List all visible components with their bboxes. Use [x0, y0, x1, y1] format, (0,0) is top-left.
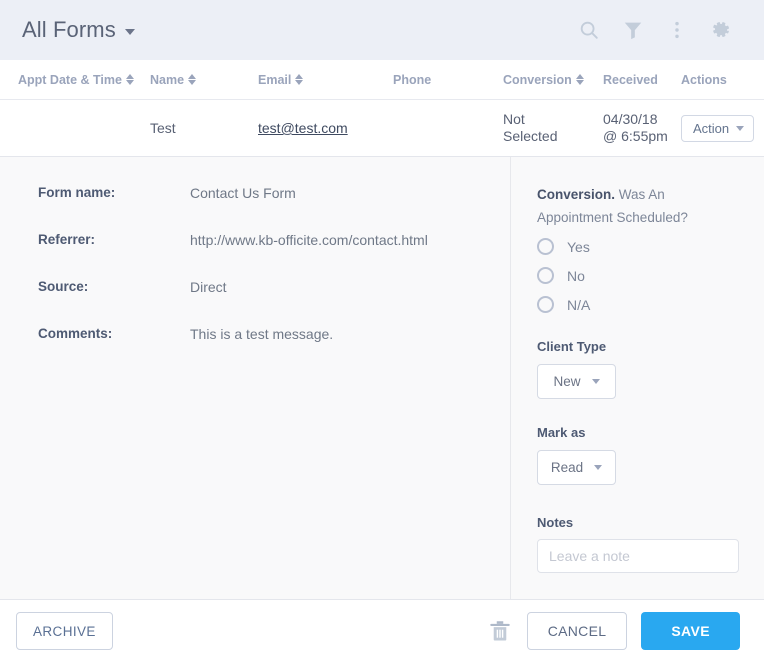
column-header-conversion[interactable]: Conversion	[503, 73, 603, 87]
column-label: Name	[150, 72, 185, 87]
chevron-down-icon	[124, 29, 135, 35]
column-header-name[interactable]: Name	[150, 73, 258, 87]
chevron-down-icon	[591, 379, 600, 384]
chevron-down-icon	[736, 125, 745, 131]
cancel-button[interactable]: CANCEL	[526, 612, 628, 650]
conversion-label: Conversion.	[537, 187, 616, 202]
sort-icon[interactable]	[188, 73, 197, 86]
column-label: Email	[258, 72, 292, 87]
form-submissions-app: All Forms Appt Date & Time Name Email Ph…	[0, 0, 764, 662]
cell-conversion: Not Selected	[503, 111, 603, 145]
footer-right-actions: CANCEL SAVE	[487, 612, 748, 650]
column-header-email[interactable]: Email	[258, 73, 393, 87]
detail-row-source: Source: Direct	[38, 279, 510, 295]
radio-label: N/A	[567, 296, 591, 313]
table-row[interactable]: Test test@test.com Not Selected 04/30/18…	[0, 100, 764, 157]
mark-as-value: Read	[550, 460, 584, 475]
top-bar-actions	[578, 19, 742, 41]
sort-icon[interactable]	[295, 73, 304, 86]
table-column-headers: Appt Date & Time Name Email Phone Conver…	[0, 60, 764, 100]
conversion-question: Conversion. Was An Appointment Scheduled…	[537, 183, 739, 229]
archive-button[interactable]: ARCHIVE	[16, 612, 113, 650]
detail-value-form-name: Contact Us Form	[190, 185, 296, 201]
detail-row-comments: Comments: This is a test message.	[38, 326, 510, 342]
received-time: @ 6:55pm	[603, 128, 668, 144]
column-label: Appt Date & Time	[18, 72, 122, 87]
conversion-line-1: Not	[503, 111, 525, 127]
search-icon[interactable]	[578, 19, 600, 41]
column-header-received: Received	[603, 73, 681, 87]
detail-row-form-name: Form name: Contact Us Form	[38, 185, 510, 201]
column-label: Conversion	[503, 72, 572, 87]
save-button[interactable]: SAVE	[641, 612, 740, 650]
column-label: Actions	[681, 72, 727, 87]
page-title: All Forms	[22, 17, 116, 42]
mark-as-select[interactable]: Read	[537, 450, 616, 485]
column-label: Phone	[393, 72, 432, 87]
radio-label: Yes	[567, 238, 590, 255]
footer-action-bar: ARCHIVE CANCEL SAVE	[0, 600, 764, 662]
cell-actions: Action	[681, 114, 761, 142]
detail-value-referrer: http://www.kb-officite.com/contact.html	[190, 232, 428, 248]
client-type-select[interactable]: New	[537, 364, 616, 399]
radio-option-na[interactable]: N/A	[537, 296, 739, 313]
top-bar: All Forms	[0, 0, 764, 60]
email-link[interactable]: test@test.com	[258, 120, 348, 136]
conversion-line-2: Selected	[503, 128, 558, 144]
conversion-pane: Conversion. Was An Appointment Scheduled…	[511, 157, 764, 599]
sort-icon[interactable]	[125, 73, 134, 86]
column-label: Received	[603, 72, 658, 87]
detail-value-source: Direct	[190, 279, 227, 295]
trash-icon[interactable]	[487, 618, 513, 644]
action-dropdown-button[interactable]: Action	[681, 114, 755, 142]
gear-icon[interactable]	[710, 19, 732, 41]
more-vertical-icon[interactable]	[666, 19, 688, 41]
mark-as-label: Mark as	[537, 425, 586, 440]
column-header-actions: Actions	[681, 73, 761, 87]
cell-email: test@test.com	[258, 120, 393, 136]
notes-input[interactable]	[537, 539, 739, 573]
radio-circle-icon[interactable]	[537, 267, 554, 284]
radio-option-no[interactable]: No	[537, 267, 739, 284]
detail-label: Form name:	[38, 185, 116, 200]
submission-details-pane: Form name: Contact Us Form Referrer: htt…	[0, 157, 511, 599]
detail-body: Form name: Contact Us Form Referrer: htt…	[0, 157, 764, 600]
client-type-value: New	[553, 374, 581, 389]
detail-value-comments: This is a test message.	[190, 326, 334, 342]
column-header-phone: Phone	[393, 73, 503, 87]
radio-option-yes[interactable]: Yes	[537, 238, 739, 255]
action-button-label: Action	[693, 120, 730, 136]
detail-label: Source:	[38, 279, 89, 294]
radio-circle-icon[interactable]	[537, 296, 554, 313]
detail-row-referrer: Referrer: http://www.kb-officite.com/con…	[38, 232, 510, 248]
client-type-label: Client Type	[537, 339, 607, 354]
column-header-appt-date-time[interactable]: Appt Date & Time	[0, 73, 150, 87]
cell-received: 04/30/18 @ 6:55pm	[603, 111, 681, 145]
notes-label: Notes	[537, 515, 574, 530]
detail-label: Comments:	[38, 326, 113, 341]
all-forms-dropdown[interactable]: All Forms	[22, 17, 135, 43]
chevron-down-icon	[594, 465, 603, 470]
sort-icon[interactable]	[575, 73, 584, 86]
detail-label: Referrer:	[38, 232, 96, 247]
received-date: 04/30/18	[603, 111, 658, 127]
radio-circle-icon[interactable]	[537, 238, 554, 255]
radio-label: No	[567, 267, 585, 284]
filter-icon[interactable]	[622, 19, 644, 41]
cell-name: Test	[150, 120, 176, 136]
